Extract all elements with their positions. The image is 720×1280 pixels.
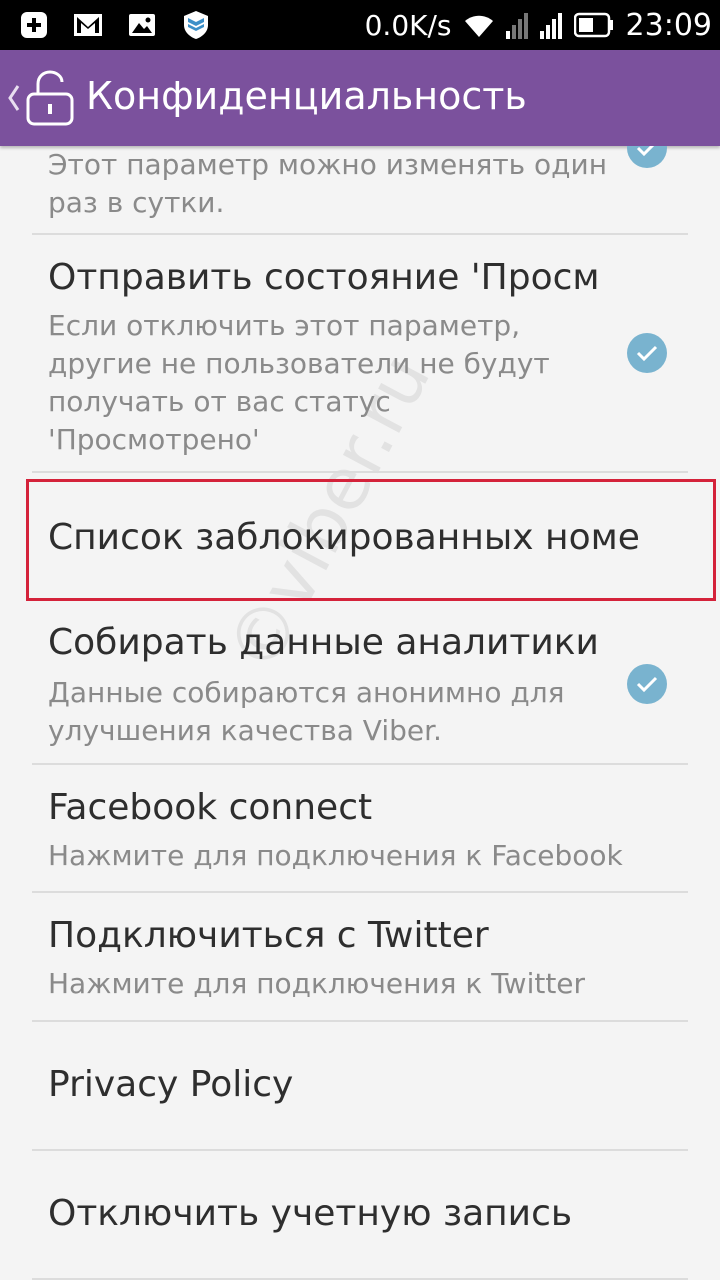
wifi-icon — [464, 15, 493, 37]
item-summary: Этот параметр можно изменять один раз в … — [48, 148, 608, 219]
add-notification-icon — [21, 12, 47, 38]
signal-icon-2 — [539, 13, 562, 39]
highlight-frame — [26, 479, 716, 601]
signal-icon-1 — [505, 13, 528, 39]
network-speed: 0.0K/s — [364, 8, 452, 42]
item-summary: Данные собираются анонимно для улучшения… — [48, 676, 565, 747]
list-item-deactivate-account[interactable]: Отключить учетную запись — [0, 1151, 720, 1279]
status-bar: 0.0K/s 23:09 — [0, 0, 720, 50]
page-title: Конфиденциальность — [86, 74, 527, 118]
settings-list: ©viber.ru Этот параметр можно изменять о… — [0, 146, 720, 1280]
item-title: Facebook connect — [48, 787, 373, 828]
chevron-left-icon[interactable] — [6, 84, 22, 112]
item-title: Privacy Policy — [48, 1064, 294, 1105]
item-summary: Нажмите для подключения к Twitter — [48, 967, 586, 1000]
battery-icon — [573, 12, 613, 38]
item-summary: Нажмите для подключения к Facebook — [48, 839, 623, 872]
shield-icon — [184, 11, 208, 39]
list-item-partial[interactable]: Этот параметр можно изменять один раз в … — [0, 146, 720, 234]
item-title: Собирать данные аналитики — [48, 622, 599, 663]
checkbox-checked-icon[interactable] — [627, 146, 667, 168]
gmail-icon — [74, 14, 102, 36]
divider — [32, 471, 688, 473]
item-summary: Если отключить этот параметр, другие не … — [48, 309, 550, 456]
image-icon — [129, 14, 155, 36]
list-item-send-seen-status[interactable]: Отправить состояние 'Просм Если отключит… — [0, 235, 720, 471]
item-title: Отключить учетную запись — [48, 1193, 573, 1234]
list-item-twitter[interactable]: Подключиться с Twitter Нажмите для подкл… — [0, 893, 720, 1019]
list-item-analytics[interactable]: Собирать данные аналитики Данные собираю… — [0, 606, 720, 764]
checkbox-checked-icon[interactable] — [627, 333, 667, 373]
lock-icon[interactable] — [24, 70, 76, 126]
item-title: Отправить состояние 'Просм — [48, 257, 600, 298]
action-bar: Конфиденциальность — [0, 50, 720, 146]
item-title: Подключиться с Twitter — [48, 915, 489, 956]
list-item-privacy-policy[interactable]: Privacy Policy — [0, 1022, 720, 1150]
list-item-facebook[interactable]: Facebook connect Нажмите для подключения… — [0, 765, 720, 891]
checkbox-checked-icon[interactable] — [627, 664, 667, 704]
clock: 23:09 — [625, 7, 712, 43]
